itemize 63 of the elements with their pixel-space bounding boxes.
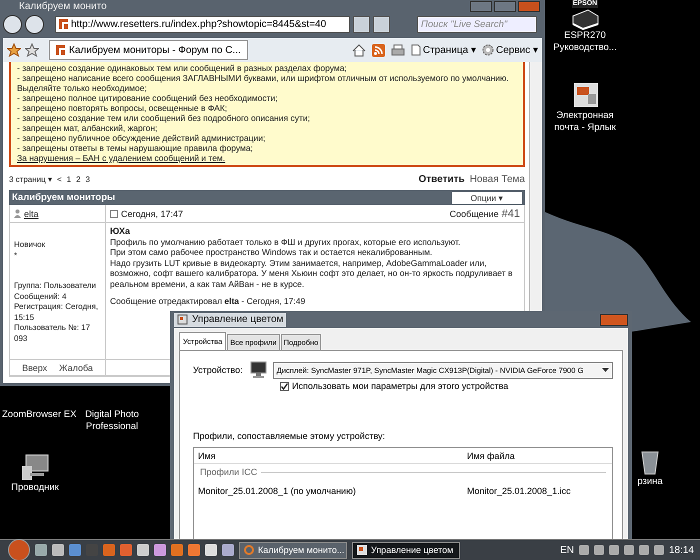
page-link[interactable]: 3 [86, 175, 90, 184]
profiles-label: Профили, сопоставляемые этому устройству: [193, 431, 386, 441]
prev-page-link[interactable]: < [56, 175, 62, 184]
language-indicator[interactable]: EN [560, 544, 574, 556]
page-link[interactable]: 1 [66, 175, 72, 184]
user-info: Сообщений: 4 [14, 292, 68, 302]
rule-text: - запрещено создание одинаковых тем или сообщений в разных разделах форума; [17, 63, 348, 73]
message-text: При этом само рабочее пространство Windows так и остается некалиброванным. [110, 247, 434, 258]
window-title: Калибруем монито [18, 0, 107, 12]
user-info: Регистрация: Сегодня, 15:15 [14, 302, 100, 323]
post-link[interactable]: Вверх [22, 362, 48, 372]
pages-dropdown[interactable]: 3 страниц ▾ [9, 175, 52, 184]
icon-label[interactable]: Электронная [556, 110, 614, 122]
search-field[interactable]: Поиск "Live Search" [417, 16, 537, 32]
rule-text: - запрещено полное цитирование сообщений без необходимости; [17, 93, 279, 103]
page-link[interactable]: 2 [76, 175, 81, 184]
message-text: Профиль по умолчанию работает только в ФШ и других прогах, которые его используют. [110, 236, 462, 247]
user-info: Группа: Пользователи [14, 281, 98, 292]
rule-text: - запрещено написание всего сообщения ЗАГЛАВНЫМИ буквами, или шрифтом отличным от используемого по умолчанию. Выделяйте только необходимое; [17, 73, 510, 93]
profile-file[interactable]: Monitor_25.01.2008_1.icc [467, 486, 608, 496]
rule-text: - запрещены ответы в темы нарушающие правила форума; [17, 143, 254, 153]
toolbar-menu-button[interactable]: Страница ▾ [410, 44, 476, 56]
rule-text: - запрещен мат, албанский, жаргон; [17, 123, 158, 133]
rule-text: - запрещено публичное обсуждение действий администрации; [17, 133, 266, 143]
icon-label[interactable]: Проводник [11, 482, 59, 494]
rule-text: - запрещено повторять вопросы, освещенные в ФАК; [17, 103, 228, 113]
message-text: Надо грузить LUT кривые в видеокарту. Этим занимается, например, AdobeGammaLoader или, возможно, софт вашего калибратора. У меня Хьюин софт это делает, но он-то яркость подруливает в реальном времени, а как там АйВан - не в курсе. [110, 258, 514, 289]
icon-label[interactable]: ZoomBrowser EX [2, 409, 76, 421]
address-field[interactable]: http://www.resetters.ru/index.php?showtopic=8445&st=40 [55, 16, 350, 32]
group-header: Профили ICC [200, 467, 258, 477]
column-header[interactable]: Имя [198, 450, 467, 460]
toolbar-menu-button[interactable]: Сервис ▾ [482, 44, 538, 56]
icon-label[interactable]: Professional [86, 421, 138, 433]
icon-label[interactable]: почта - Ярлык [554, 122, 616, 134]
taskbar-button[interactable]: Калибруем монито... [239, 542, 347, 558]
post-date: Сегодня, 17:47 [121, 208, 184, 218]
rank-mark: * [14, 250, 18, 261]
author-link[interactable]: elta [24, 208, 39, 218]
device-label: Устройство: [193, 365, 243, 375]
new-topic-link[interactable]: Новая Тема [470, 174, 525, 185]
checkbox-label[interactable]: Использовать мои параметры для этого устройства [292, 381, 508, 391]
browser-tab[interactable]: Калибруем мониторы - Форум по С... [49, 40, 248, 60]
post-number-label: Сообщение [450, 208, 499, 218]
user-rank: Новичок [14, 240, 46, 250]
icon-label[interactable]: Руководство... [553, 42, 617, 54]
topic-title: Калибруем мониторы [12, 192, 116, 203]
clock[interactable]: 18:14 [668, 544, 694, 556]
user-info: Пользователь №: 17 093 [14, 323, 92, 344]
dialog-title: Управление цветом [192, 314, 284, 325]
options-button[interactable]: Опции ▾ [452, 192, 522, 204]
reply-link[interactable]: Ответить [418, 174, 465, 185]
icon-label[interactable]: Digital Photo [85, 409, 139, 421]
post-link[interactable]: Жалоба [59, 362, 93, 372]
taskbar-button[interactable]: Управление цветом [352, 542, 460, 558]
icon-label[interactable]: ESPR270 [564, 30, 606, 42]
rules-link[interactable]: За нарушения – БАН с удалением сообщений и тем. [17, 153, 517, 163]
profile-name[interactable]: Monitor_25.01.2008_1 (по умолчанию) [198, 486, 467, 496]
icon-label[interactable]: рзина [637, 476, 663, 488]
edit-note: Сообщение отредактировал elta - Сегодня, 17:49 [110, 296, 306, 306]
rule-text: - запрещено создание тем или сообщений без подробного описания сути; [17, 113, 311, 123]
post-number[interactable]: #41 [502, 208, 520, 220]
quote-author: ЮХа [110, 226, 131, 236]
column-header[interactable]: Имя файла [467, 450, 612, 460]
